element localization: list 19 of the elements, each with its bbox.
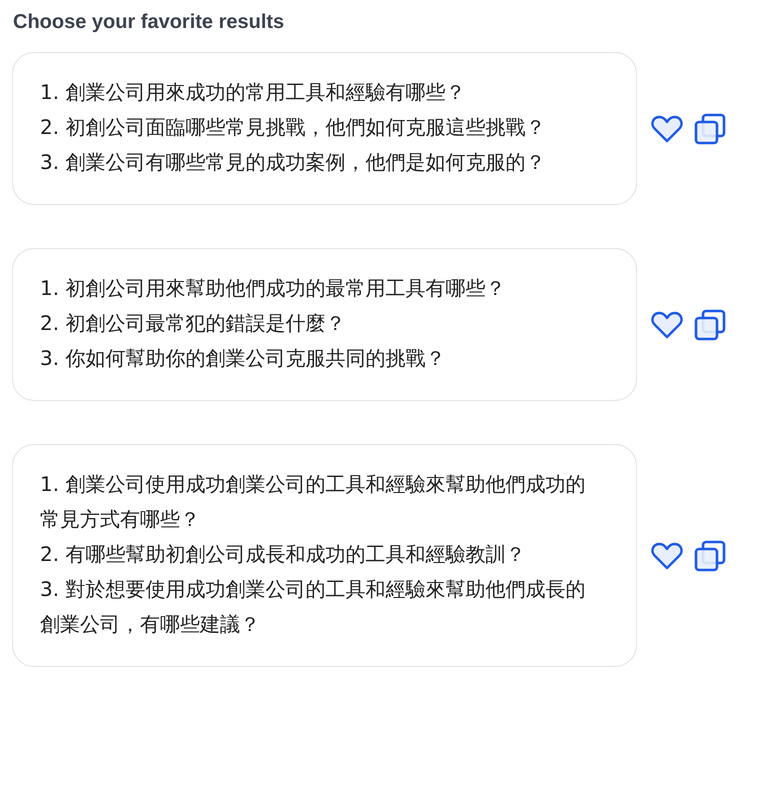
copy-icon[interactable] [694,540,726,572]
page-title: Choose your favorite results [13,10,284,35]
question-text: 1. 創業公司用來成功的常用工具和經驗有哪些？ [40,79,466,106]
question-text: 2. 初創公司面臨哪些常見挑戰，他們如何克服這些挑戰？ [40,114,546,141]
question-text: 3. 創業公司有哪些常見的成功案例，他們是如何克服的？ [40,149,546,176]
heart-icon[interactable] [651,542,683,570]
question-text: 2. 初創公司最常犯的錯誤是什麼？ [40,310,346,337]
result-card[interactable]: 1. 初創公司用來幫助他們成功的最常用工具有哪些？ 2. 初創公司最常犯的錯誤是什麼？ 3. 你如何幫助你的創業公司克服共同的挑戰？ [12,248,637,401]
heart-icon[interactable] [651,310,683,338]
result-card[interactable]: 1. 創業公司使用成功創業公司的工具和經驗來幫助他們成功的常見方式有哪些？ 2. 有哪些幫助初創公司成長和成功的工具和經驗教訓？ 3. 對於想要使用成功創業公司的工具和經驗來幫助他們成長的創業公司，有哪些建議？ [12,444,637,667]
question-text: 2. 有哪些幫助初創公司成長和成功的工具和經驗教訓？ [40,541,526,568]
question-text: 3. 你如何幫助你的創業公司克服共同的挑戰？ [40,345,446,372]
result-card[interactable]: 1. 創業公司用來成功的常用工具和經驗有哪些？ 2. 初創公司面臨哪些常見挑戰，他們如何克服這些挑戰？ 3. 創業公司有哪些常見的成功案例，他們是如何克服的？ [12,52,637,205]
question-text: 1. 初創公司用來幫助他們成功的最常用工具有哪些？ [40,275,506,302]
question-text: 1. 創業公司使用成功創業公司的工具和經驗來幫助他們成功的常見方式有哪些？ [40,471,586,533]
heart-icon[interactable] [651,114,683,142]
copy-icon[interactable] [694,112,726,144]
question-text: 3. 對於想要使用成功創業公司的工具和經驗來幫助他們成長的創業公司，有哪些建議？ [40,576,586,638]
copy-icon[interactable] [694,308,726,340]
